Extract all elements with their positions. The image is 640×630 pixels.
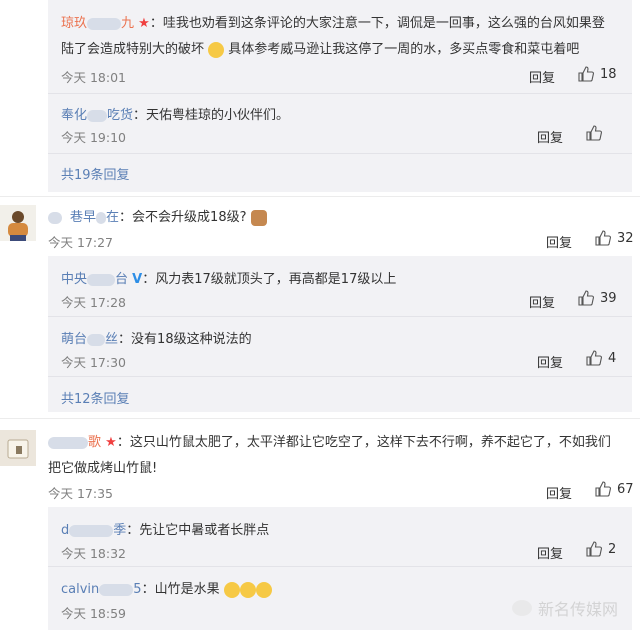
star-badge-icon: ★ [105,435,117,450]
like-button[interactable]: 32 [595,230,634,246]
reply-text: 山竹是水果 [154,582,220,597]
more-replies-link[interactable]: 共19条回复 [61,164,130,183]
like-button[interactable] [586,125,608,141]
timestamp: 今天 18:59 [61,606,126,621]
blurred-username [69,524,114,537]
blurred-username [87,333,106,346]
thumbs-up-icon [578,66,594,82]
comment-username[interactable]: 巷早 [70,210,96,225]
like-count: 32 [617,230,634,246]
avatar[interactable] [0,205,36,241]
blurred-username [96,211,107,224]
blurred-username [87,109,108,122]
reply-content: 萌台 丝：没有18级这种说法的 [61,332,252,347]
thumbs-up-icon [586,350,602,366]
comment-text-continued: 把它做成烤山竹鼠! [48,461,158,476]
reply-button[interactable]: 回复 [537,543,563,562]
reply-content: 奉化 吃货：天佑粤桂琼的小伙伴们。 [61,108,290,123]
comment-username[interactable]: 歌 [88,435,101,450]
reply-username[interactable]: 萌台 [61,332,87,347]
thumbs-up-icon [586,541,602,557]
more-replies-link[interactable]: 共12条回复 [61,388,130,407]
reply-text: 先让它中暑或者长胖点 [139,523,270,538]
reply-text: 具体参考威马逊让我这停了一周的水，多买点零食和菜屯着吧 [228,42,580,57]
reply-username[interactable]: 中央 [61,272,87,287]
like-button[interactable]: 4 [586,350,616,366]
blurred-username [48,436,88,449]
like-button[interactable]: 39 [578,290,617,306]
like-count: 2 [608,541,617,557]
comment-text: 这只山竹鼠太肥了，太平洋都让它吃空了，这样下去不行啊，养不起它了，不如我们 [129,435,611,450]
reply-username[interactable]: 奉化 [61,108,87,123]
like-button[interactable]: 67 [595,481,634,497]
avatar[interactable] [0,430,36,466]
reply-username[interactable]: d [61,523,69,538]
like-count: 67 [617,481,634,497]
thumbs-up-icon [595,481,611,497]
divider [48,93,632,94]
like-button[interactable]: 2 [586,541,616,557]
reply-text: 天佑粤桂琼的小伙伴们。 [146,108,290,123]
star-badge-icon: ★ [138,16,150,31]
comment-text: 会不会升级成18级? [132,210,247,225]
divider [48,153,632,154]
timestamp: 今天 18:32 [61,546,126,561]
reply-text-continued: 陆了会造成特别大的破坏 具体参考威马逊让我这停了一周的水，多买点零食和菜屯着吧 [61,38,579,58]
divider [48,566,632,567]
reply-text: 风力表17级就顶头了，再高都是17级以上 [155,272,397,287]
reply-button[interactable]: 回复 [529,292,555,311]
cat-emoji-icon [250,209,267,226]
reply-content: d 季：先让它中暑或者长胖点 [61,523,270,538]
watermark: 新名传媒网 [512,596,618,620]
like-count: 18 [600,66,617,82]
reply-button[interactable]: 回复 [529,67,555,86]
reply-username[interactable]: 琼玖 [61,16,87,31]
divider [48,316,632,317]
timestamp: 今天 17:35 [48,486,113,501]
laughing-emoji-icon [239,581,256,598]
wechat-icon [512,600,532,616]
thumbs-up-icon [578,290,594,306]
thumbs-up-icon [586,125,602,141]
reply-button[interactable]: 回复 [537,127,563,146]
timestamp: 今天 18:01 [61,70,126,85]
timestamp: 今天 17:27 [48,235,113,250]
reply-button[interactable]: 回复 [537,352,563,371]
reply-text: 陆了会造成特别大的破坏 [61,42,205,57]
comment-content: 巷早 在：会不会升级成18级? [48,206,267,226]
timestamp: 今天 17:28 [61,295,126,310]
reply-content: 中央台 V：风力表17级就顶头了，再高都是17级以上 [61,272,397,287]
sweat-emoji-icon [208,41,225,58]
reply-content: calvin 5：山竹是水果 [61,578,272,598]
reply-button[interactable]: 回复 [546,483,572,502]
thumbs-up-icon [595,230,611,246]
laughing-emoji-icon [223,581,240,598]
reply-text: 没有18级这种说法的 [131,332,252,347]
timestamp: 今天 19:10 [61,130,126,145]
timestamp: 今天 17:30 [61,355,126,370]
reply-username[interactable]: calvin [61,582,99,597]
verified-badge-icon: V [132,272,143,287]
comment-content: 歌 ★：这只山竹鼠太肥了，太平洋都让它吃空了，这样下去不行啊，养不起它了，不如我… [48,431,611,450]
blurred-username [99,583,134,596]
divider [48,376,632,377]
reply-content: 琼玖九 ★：哇我也劝看到这条评论的大家注意一下，调侃是一回事，这么强的台风如果登 [61,16,605,31]
reply-text: 哇我也劝看到这条评论的大家注意一下，调侃是一回事，这么强的台风如果登 [162,16,605,31]
blurred-username [87,17,122,30]
laughing-emoji-icon [255,581,272,598]
like-count: 39 [600,290,617,306]
like-count: 4 [608,350,617,366]
thread-divider [0,196,640,197]
thread-divider [0,418,640,419]
reply-button[interactable]: 回复 [546,232,572,251]
like-button[interactable]: 18 [578,66,617,82]
blurred-username [48,211,62,224]
blurred-username [87,273,116,286]
